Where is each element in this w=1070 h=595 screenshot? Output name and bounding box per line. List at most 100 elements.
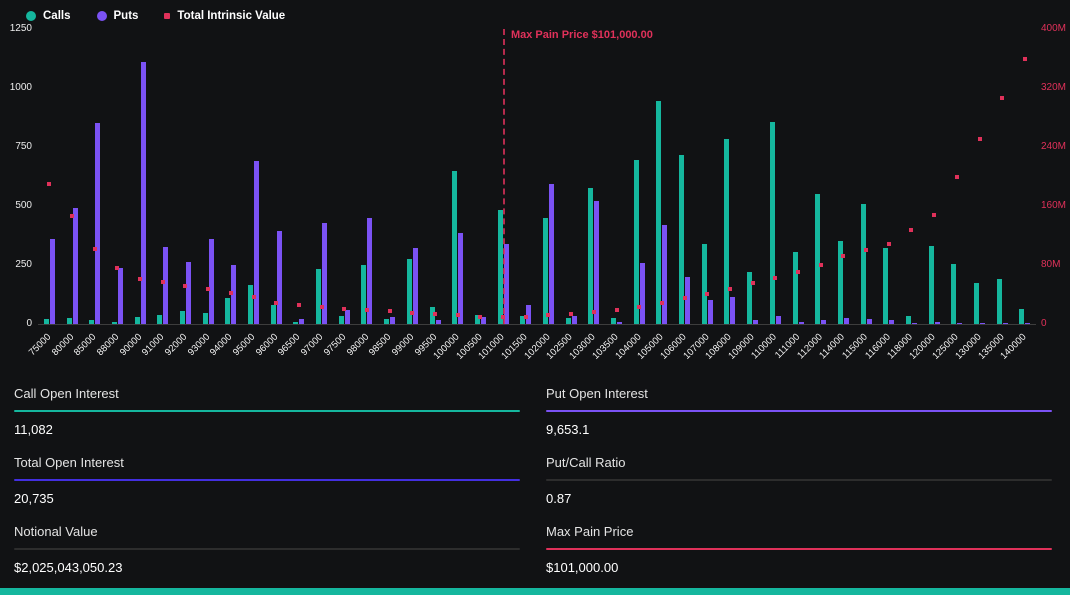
bar-group-116000 xyxy=(877,29,900,324)
call-bar xyxy=(951,264,956,324)
call-bar xyxy=(634,160,639,324)
tiv-dot xyxy=(70,214,74,218)
stat-label: Put Open Interest xyxy=(546,386,1052,401)
tiv-dot xyxy=(320,305,324,309)
stat-underline xyxy=(546,479,1052,481)
tiv-dot xyxy=(501,315,505,319)
call-bar xyxy=(724,139,729,324)
bar-group-75000 xyxy=(38,29,61,324)
call-bar xyxy=(747,272,752,324)
left-y-axis: 025050075010001250 xyxy=(0,29,38,324)
legend-label-puts: Puts xyxy=(114,10,139,22)
legend-item-total-intrinsic-value[interactable]: Total Intrinsic Value xyxy=(164,10,285,22)
put-bar xyxy=(662,225,667,324)
tiv-dot xyxy=(705,292,709,296)
tiv-dot xyxy=(841,254,845,258)
call-bar xyxy=(543,218,548,324)
bar-group-101500 xyxy=(514,29,537,324)
stat-label: Total Open Interest xyxy=(14,455,520,470)
call-bar xyxy=(929,246,934,324)
tiv-dot xyxy=(115,266,119,270)
plot-area: Max Pain Price $101,000.00 xyxy=(38,29,1036,325)
tiv-dot xyxy=(615,308,619,312)
bar-group-118000 xyxy=(900,29,923,324)
bar-group-96000 xyxy=(265,29,288,324)
legend-item-puts[interactable]: Puts xyxy=(97,10,139,22)
legend-item-calls[interactable]: Calls xyxy=(26,10,71,22)
tiv-dot xyxy=(252,295,256,299)
bar-group-96500 xyxy=(288,29,311,324)
tiv-dot xyxy=(955,175,959,179)
call-bar xyxy=(67,318,72,324)
right-y-tick: 320M xyxy=(1041,83,1066,93)
call-bar xyxy=(384,319,389,324)
tiv-dot xyxy=(433,312,437,316)
stat-underline xyxy=(546,410,1052,412)
put-bar xyxy=(299,319,304,324)
bar-group-103500 xyxy=(605,29,628,324)
call-bar xyxy=(588,188,593,324)
call-bar xyxy=(180,311,185,324)
call-bar xyxy=(316,269,321,324)
bar-group-105000 xyxy=(651,29,674,324)
put-bar xyxy=(345,310,350,324)
stat-value: $101,000.00 xyxy=(546,560,1052,575)
left-y-tick: 250 xyxy=(15,260,32,270)
put-bar xyxy=(1025,323,1030,324)
stat-label: Call Open Interest xyxy=(14,386,520,401)
right-y-tick: 240M xyxy=(1041,142,1066,152)
put-bar xyxy=(118,268,123,324)
stat-label: Put/Call Ratio xyxy=(546,455,1052,470)
stat-put-open-interest: Put Open Interest 9,653.1 xyxy=(546,384,1052,437)
put-bar xyxy=(844,318,849,324)
bar-group-102000 xyxy=(537,29,560,324)
stats-grid: Call Open Interest 11,082 Put Open Inter… xyxy=(14,384,1052,575)
stat-label: Notional Value xyxy=(14,524,520,539)
bar-group-98500 xyxy=(378,29,401,324)
call-bar xyxy=(974,283,979,324)
call-bar xyxy=(44,319,49,324)
left-y-tick: 1000 xyxy=(10,83,32,93)
right-y-tick: 0 xyxy=(1041,319,1047,329)
put-bar xyxy=(95,123,100,324)
call-bar xyxy=(997,279,1002,324)
tiv-dot xyxy=(1023,57,1027,61)
put-bar xyxy=(73,208,78,324)
stat-value: 20,735 xyxy=(14,491,520,506)
bar-group-91000 xyxy=(151,29,174,324)
bar-group-99000 xyxy=(401,29,424,324)
put-bar xyxy=(776,316,781,324)
bar-group-93000 xyxy=(197,29,220,324)
put-bar xyxy=(549,184,554,324)
stat-label: Max Pain Price xyxy=(546,524,1052,539)
tiv-dot xyxy=(229,291,233,295)
bar-group-111000 xyxy=(787,29,810,324)
stat-notional-value: Notional Value $2,025,043,050.23 xyxy=(14,522,520,575)
bar-group-90000 xyxy=(129,29,152,324)
bar-group-110000 xyxy=(764,29,787,324)
bar-group-88000 xyxy=(106,29,129,324)
call-bar xyxy=(498,210,503,324)
stat-max-pain-price: Max Pain Price $101,000.00 xyxy=(546,522,1052,575)
tiv-dot xyxy=(932,213,936,217)
tiv-dot xyxy=(751,281,755,285)
bar-group-107000 xyxy=(696,29,719,324)
put-bar xyxy=(753,320,758,324)
options-open-interest-chart: 025050075010001250 Max Pain Price $101,0… xyxy=(0,29,1070,371)
tiv-dot xyxy=(546,313,550,317)
call-bar xyxy=(135,317,140,324)
stat-underline xyxy=(14,410,520,412)
put-bar xyxy=(458,233,463,324)
bar-group-103000 xyxy=(583,29,606,324)
tiv-dot xyxy=(365,308,369,312)
max-pain-label: Max Pain Price $101,000.00 xyxy=(511,29,653,41)
tiv-dot xyxy=(297,303,301,307)
call-bar xyxy=(361,265,366,324)
tiv-dot xyxy=(456,313,460,317)
tiv-dot xyxy=(728,287,732,291)
tiv-dot xyxy=(47,182,51,186)
call-bar xyxy=(815,194,820,324)
call-bar xyxy=(770,122,775,324)
tiv-dot xyxy=(138,277,142,281)
bar-group-95000 xyxy=(242,29,265,324)
